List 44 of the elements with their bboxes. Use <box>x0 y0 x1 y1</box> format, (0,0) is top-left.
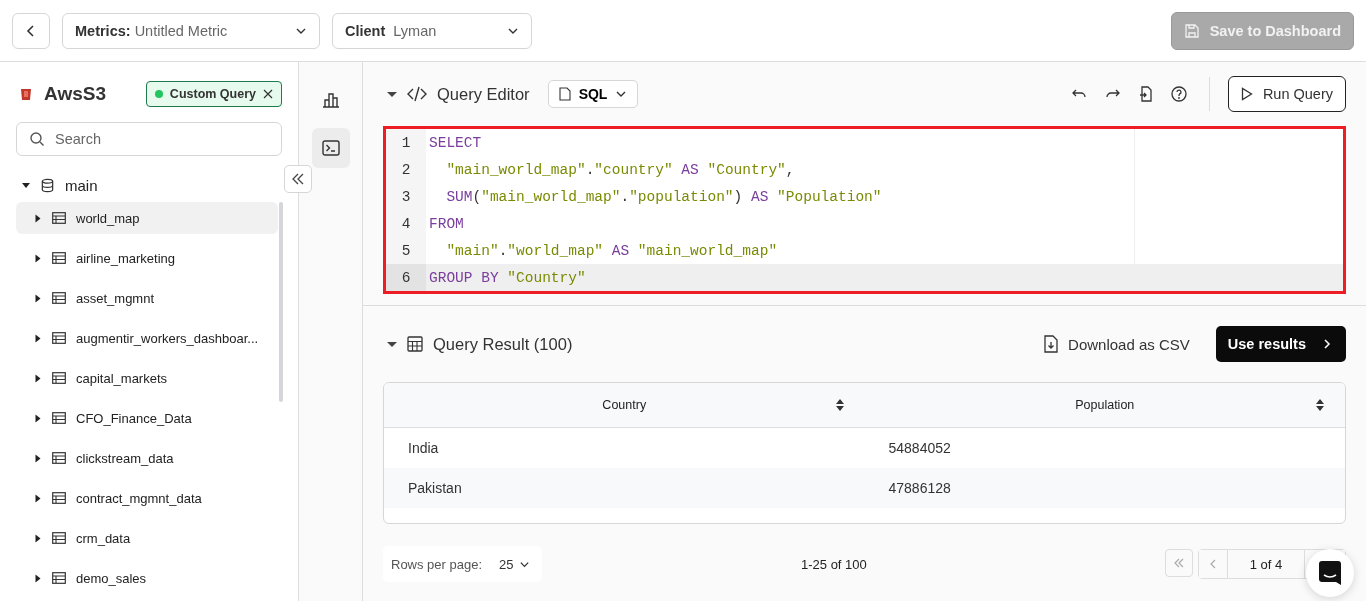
section-title: Query Result (100) <box>433 334 573 354</box>
line-number: 2 <box>386 156 426 183</box>
column-header[interactable]: Country <box>602 398 647 412</box>
custom-query-tag[interactable]: Custom Query <box>145 81 282 107</box>
table-item[interactable]: airline_marketing <box>16 242 278 274</box>
page-range-text: 1-25 of 100 <box>801 556 867 572</box>
table-item[interactable]: augmentir_workers_dashboar... <box>16 322 278 354</box>
table-cell: India <box>408 440 439 456</box>
table-item[interactable]: contract_mgmnt_data <box>16 482 278 514</box>
column-header[interactable]: Population <box>1075 398 1135 412</box>
table-item[interactable]: CFO_Finance_Data <box>16 402 278 434</box>
code-line: SELECT <box>428 134 482 151</box>
code-line: "main"."world_map" AS "main_world_map" <box>445 242 778 259</box>
table-item[interactable]: demo_sales <box>16 562 278 594</box>
table-item[interactable]: world_map <box>16 202 278 234</box>
line-number: 6 <box>386 264 426 291</box>
rows-per-page-select[interactable]: Rows per page: 25 <box>383 546 543 582</box>
search-field[interactable]: Search <box>16 122 282 156</box>
data-source-name: AwsS3 <box>44 83 106 105</box>
table-item[interactable]: asset_mgmnt <box>16 282 278 314</box>
line-number: 3 <box>386 183 426 210</box>
use-results-button[interactable]: Use results <box>1215 326 1346 362</box>
line-number: 4 <box>386 210 426 237</box>
table-cell: 47886128 <box>888 480 951 496</box>
section-title: Query Editor <box>437 84 530 104</box>
table-item[interactable]: clickstream_data <box>16 442 278 474</box>
tree-item[interactable]: main <box>16 168 282 202</box>
line-number: 1 <box>386 129 426 156</box>
code-line: FROM <box>428 215 464 232</box>
code-editor[interactable]: 1 SELECT 2 "main_world_map"."country" AS "Country", 3 SUM("main_world_map"."population") AS "Population" 4 FROM 5 "main"."world_map" AS "main_world_map" 6 GROUP BY "Country" <box>383 126 1346 294</box>
code-line: "main_world_map"."country" AS "Country", <box>445 161 795 178</box>
table-cell: Pakistan <box>408 480 462 496</box>
download-csv-button[interactable]: Download as CSV <box>1038 334 1196 354</box>
table-cell: 54884052 <box>888 440 951 456</box>
table-item[interactable]: capital_markets <box>16 362 278 394</box>
metric-dropdown[interactable]: Metrics: Untitled Metric <box>62 12 320 49</box>
code-line: SUM("main_world_map"."population") AS "Population" <box>445 188 882 205</box>
line-number: 5 <box>386 237 426 264</box>
language-dropdown[interactable]: SQL <box>547 80 639 108</box>
table-item[interactable]: crm_data <box>16 522 278 554</box>
tag-label: Custom Query <box>169 87 256 101</box>
run-query-button[interactable]: Run Query <box>1227 76 1346 112</box>
code-line: GROUP BY "Country" <box>428 269 586 286</box>
client-dropdown[interactable]: Client Lyman <box>332 12 532 49</box>
